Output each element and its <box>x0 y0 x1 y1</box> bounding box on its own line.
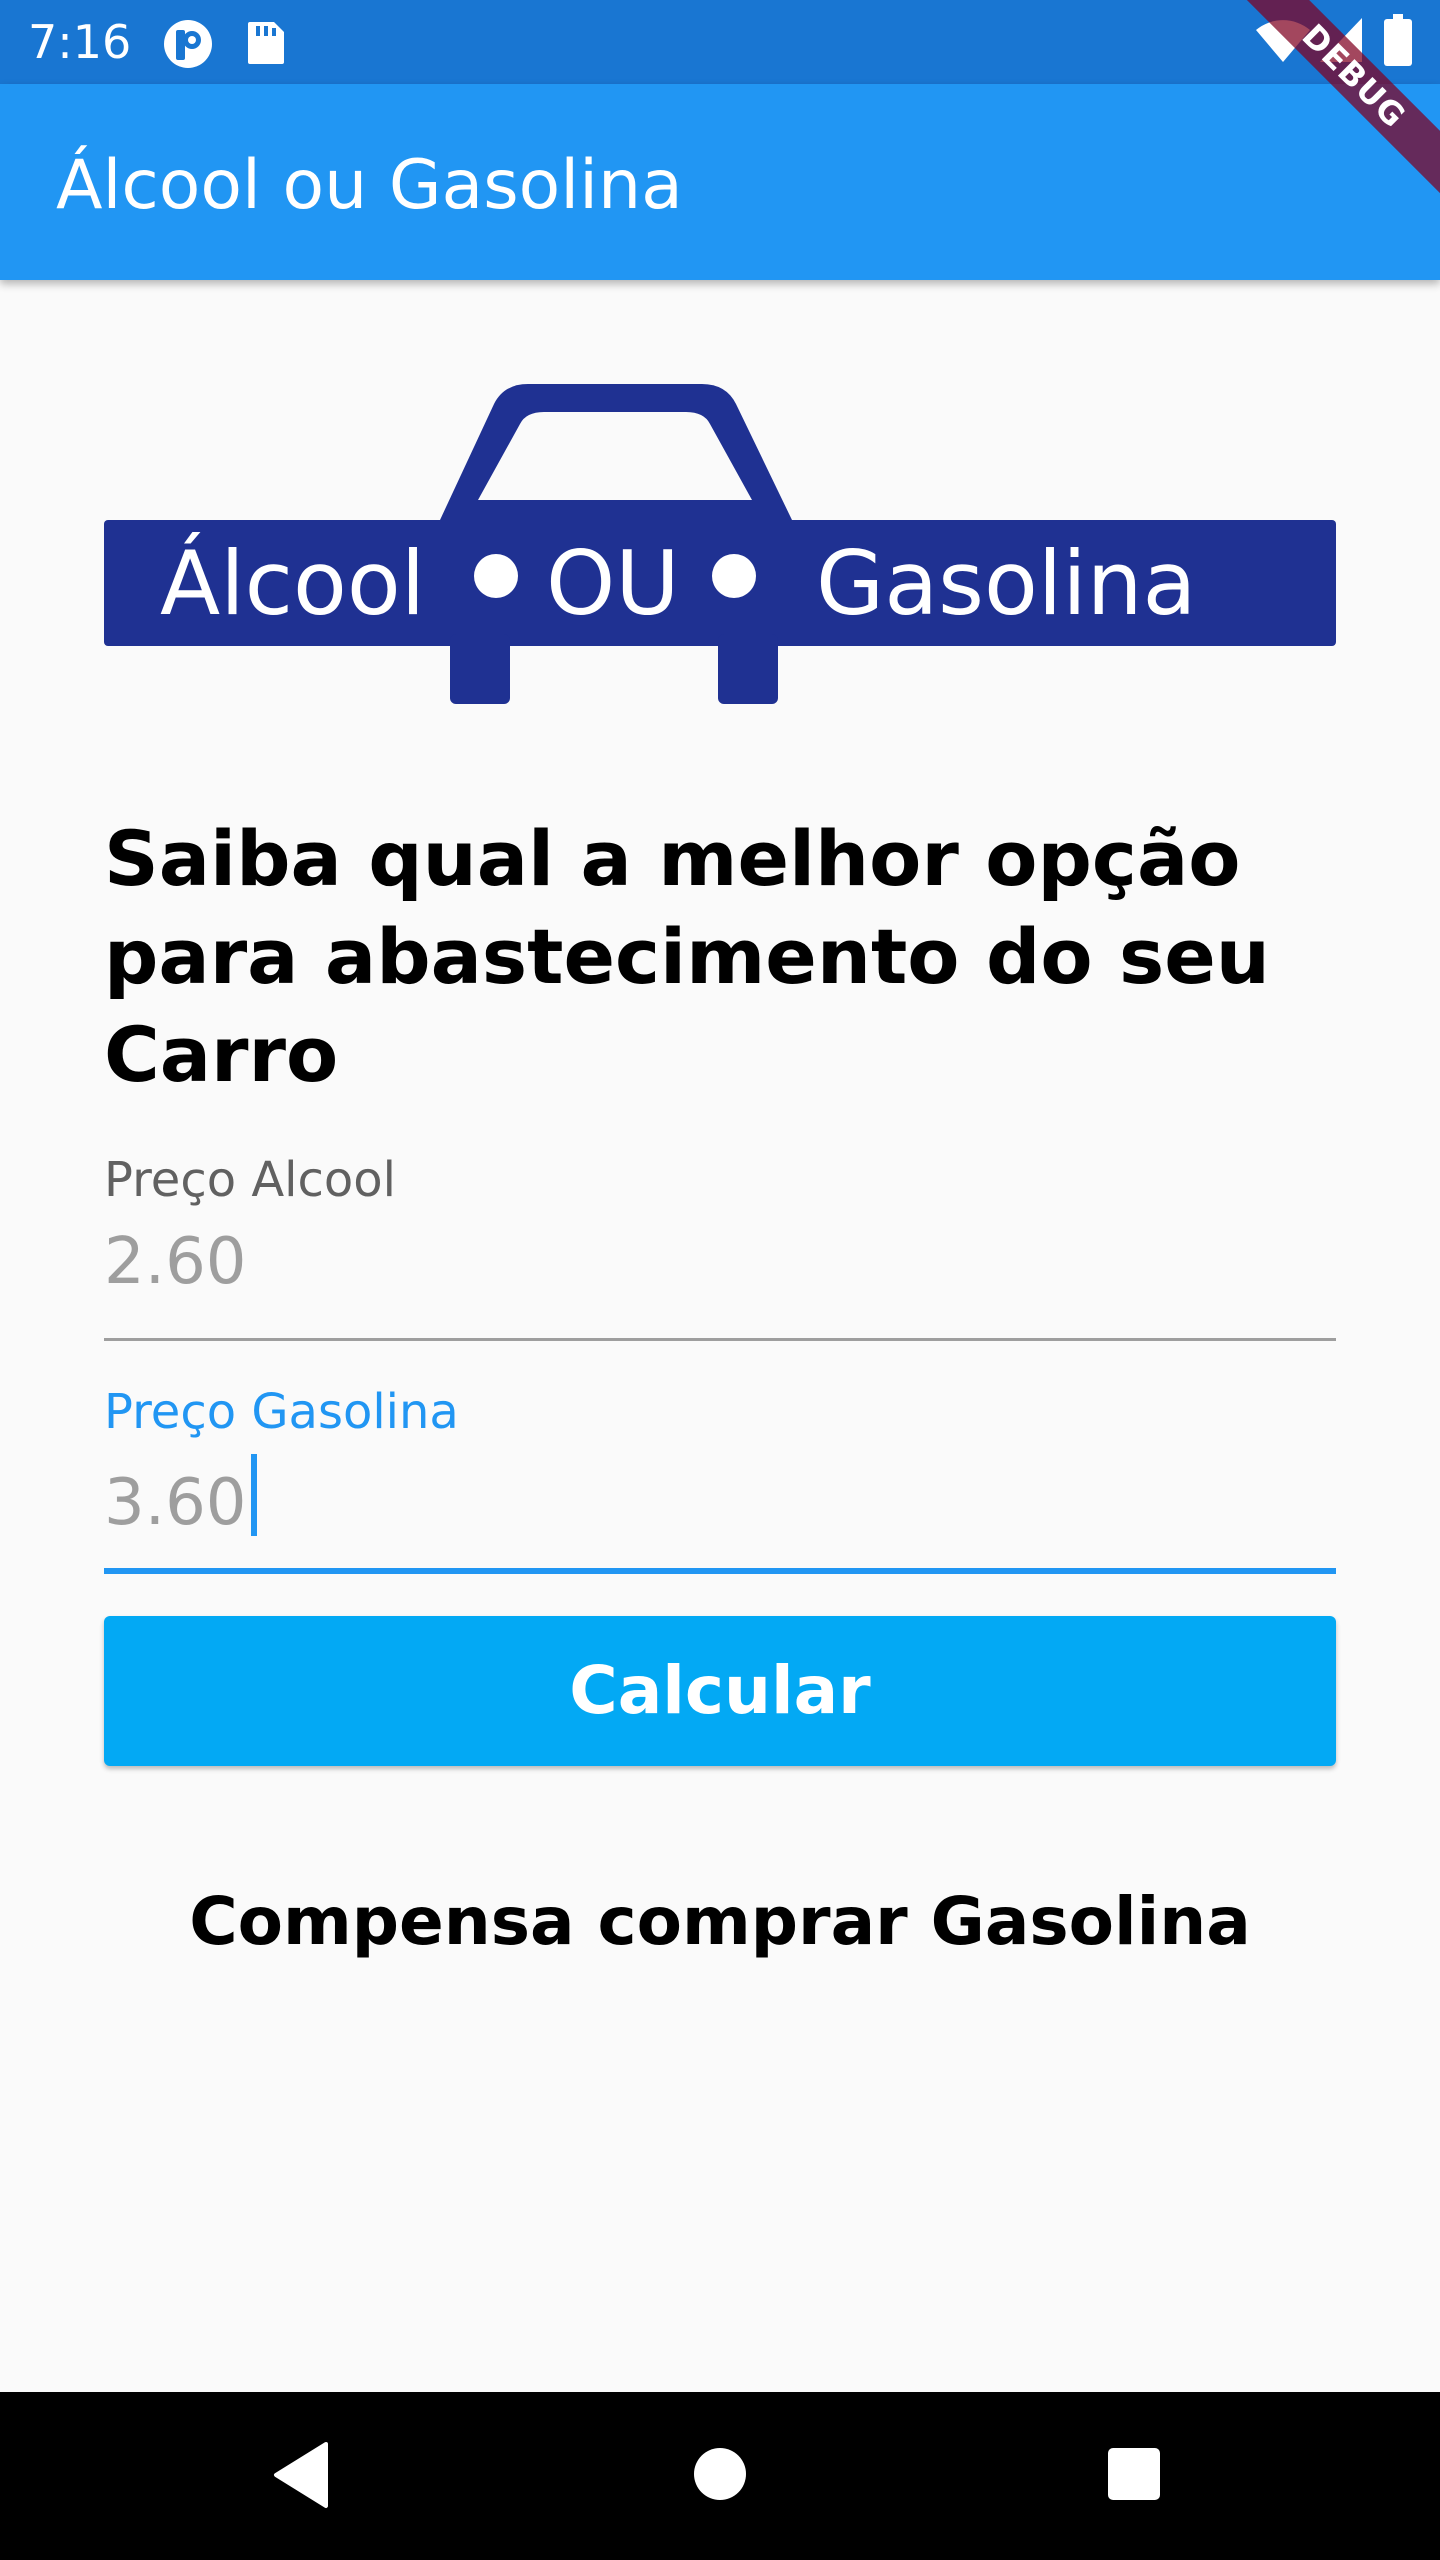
logo-word-ou: OU <box>546 532 680 635</box>
sd-card-icon <box>248 22 284 64</box>
alcool-price-underline <box>104 1338 1336 1341</box>
calcular-button[interactable]: Calcular <box>104 1616 1336 1766</box>
logo-word-alcool: Álcool <box>160 532 425 635</box>
gasolina-price-field[interactable]: Preço Gasolina 3.60 <box>104 1372 1336 1578</box>
app-bar-title: Álcool ou Gasolina <box>56 146 683 225</box>
app-notification-icon <box>164 20 212 68</box>
gasolina-price-input[interactable]: 3.60 <box>104 1454 257 1543</box>
gasolina-price-label: Preço Gasolina <box>104 1384 459 1440</box>
gasolina-price-value: 3.60 <box>104 1466 247 1540</box>
gasolina-price-underline <box>104 1568 1336 1574</box>
alcool-ou-gasolina-logo: Álcool OU Gasolina <box>104 384 1336 704</box>
recents-icon[interactable] <box>1108 2448 1160 2500</box>
alcool-price-input[interactable]: 2.60 <box>104 1222 247 1302</box>
battery-icon <box>1384 14 1412 66</box>
status-bar: 7:16 <box>0 0 1440 84</box>
alcool-price-field[interactable]: Preço Alcool 2.60 <box>104 1140 1336 1346</box>
navigation-bar <box>0 2392 1440 2560</box>
back-icon[interactable] <box>270 2440 330 2510</box>
logo-word-gasolina: Gasolina <box>816 532 1196 635</box>
cell-signal-icon <box>1320 18 1362 62</box>
text-cursor <box>250 1454 257 1536</box>
wifi-icon <box>1256 20 1310 62</box>
result-text: Compensa comprar Gasolina <box>189 1883 1251 1960</box>
home-icon[interactable] <box>694 2448 746 2500</box>
status-time: 7:16 <box>28 15 132 69</box>
headline: Saiba qual a melhor opção para abastecim… <box>104 814 1270 1099</box>
app-bar: Álcool ou Gasolina <box>0 84 1440 280</box>
alcool-price-label: Preço Alcool <box>104 1152 396 1208</box>
